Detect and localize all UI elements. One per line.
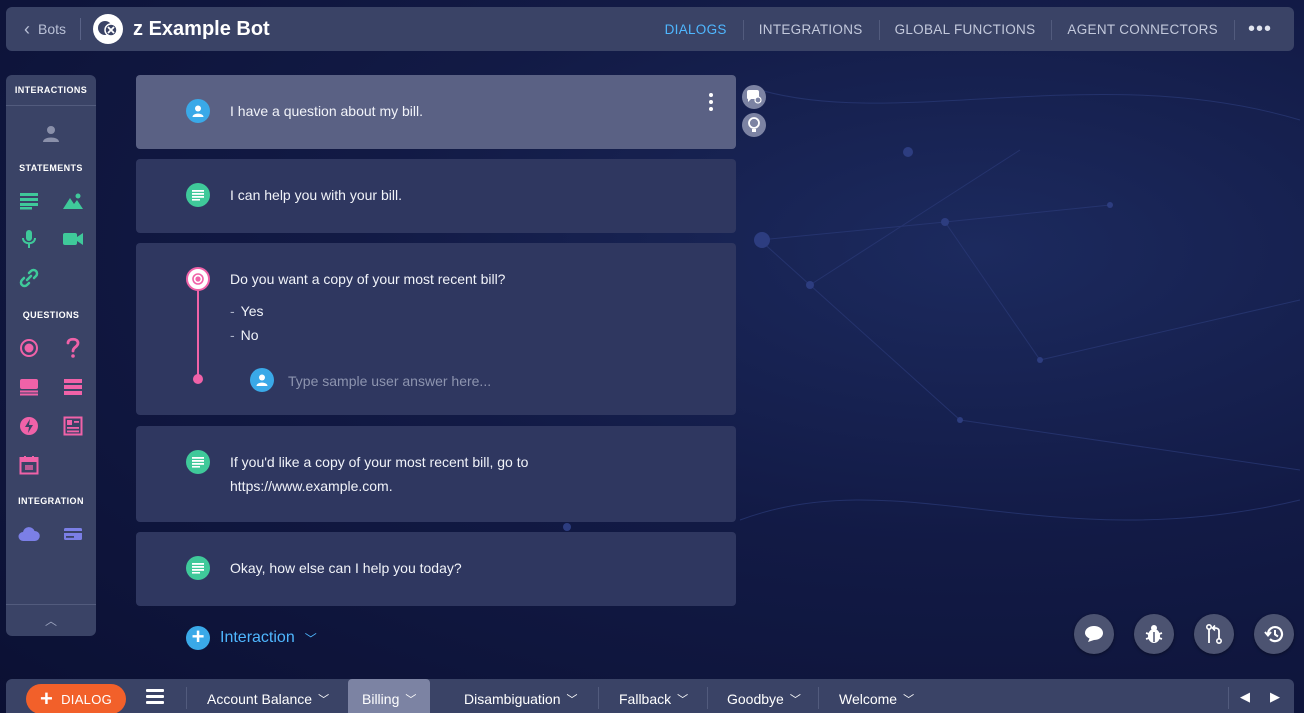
add-interaction-button[interactable]: + Interaction ﹀ — [186, 626, 317, 650]
interaction-card-statement[interactable]: If you'd like a copy of your most recent… — [136, 426, 736, 522]
user-icon — [250, 368, 274, 392]
palette-section-statements: STATEMENTS — [19, 163, 83, 173]
card-integration-icon[interactable] — [61, 522, 85, 546]
dialog-tab-label: Disambiguation — [464, 691, 561, 707]
chevron-down-icon: ﹀ — [304, 631, 317, 646]
question-connector-line — [197, 291, 199, 377]
chevron-down-icon: ﹀ — [566, 694, 578, 706]
interaction-card-statement[interactable]: Okay, how else can I help you today? — [136, 532, 736, 606]
divider — [707, 687, 708, 709]
history-icon[interactable] — [1254, 614, 1294, 654]
chevron-down-icon: ﹀ — [903, 694, 915, 706]
chevron-down-icon: ﹀ — [405, 694, 417, 706]
option-item[interactable]: - No — [230, 327, 259, 343]
dialog-tab-fallback[interactable]: Fallback ﹀ — [605, 679, 702, 713]
add-dialog-button[interactable]: + DIALOG — [26, 684, 126, 713]
link-statement-icon[interactable] — [17, 266, 41, 290]
interaction-card-statement[interactable]: I can help you with your bill. — [136, 159, 736, 233]
top-bar: ‹ Bots z Example Bot DIALOGS INTEGRATION… — [6, 7, 1294, 51]
interaction-text-line2: https://www.example.com. — [230, 478, 393, 494]
nav-agent-connectors[interactable]: AGENT CONNECTORS — [1051, 19, 1234, 40]
palette-section-integration: INTEGRATION — [18, 496, 84, 506]
divider — [818, 687, 819, 709]
bot-name-title: z Example Bot — [133, 17, 270, 40]
chevron-down-icon: ﹀ — [789, 694, 801, 706]
chevron-down-icon: ﹀ — [318, 694, 330, 706]
debug-bug-icon[interactable] — [1134, 614, 1174, 654]
dialog-tab-label: Billing — [362, 691, 400, 707]
text-statement-icon[interactable] — [17, 189, 41, 213]
form-icon[interactable] — [61, 414, 85, 438]
user-icon[interactable] — [39, 122, 63, 146]
sample-user-answer-input[interactable] — [288, 370, 668, 392]
scroll-left-icon[interactable]: ◀ — [1240, 689, 1250, 705]
image-statement-icon[interactable] — [61, 189, 85, 213]
dialog-list-menu-icon[interactable] — [146, 689, 164, 707]
interaction-text-line1: If you'd like a copy of your most recent… — [230, 454, 529, 470]
question-connector-dot — [193, 374, 203, 384]
divider — [186, 687, 187, 709]
user-icon — [186, 99, 210, 123]
question-text: Do you want a copy of your most recent b… — [230, 271, 506, 287]
list-picker-icon[interactable] — [17, 375, 41, 399]
dialog-tab-billing[interactable]: Billing ﹀ — [348, 679, 431, 713]
interaction-text: Okay, how else can I help you today? — [230, 560, 462, 576]
interaction-card-user[interactable]: I have a question about my bill. — [136, 75, 736, 149]
text-statement-icon — [186, 450, 210, 474]
dialog-tab-welcome[interactable]: Welcome ﹀ — [825, 679, 928, 713]
interaction-card-question[interactable]: Do you want a copy of your most recent b… — [136, 243, 736, 415]
interaction-palette: INTERACTIONS STATEMENTS QUESTIONS INTEGR… — [6, 75, 96, 636]
audio-statement-icon[interactable] — [17, 227, 41, 251]
nav-global-functions[interactable]: GLOBAL FUNCTIONS — [878, 19, 1052, 40]
conversation-settings-icon[interactable] — [742, 85, 766, 109]
nav-dialogs[interactable]: DIALOGS — [649, 22, 743, 37]
intent-lightbulb-icon[interactable] — [742, 113, 766, 137]
scroll-right-icon[interactable]: ▶ — [1270, 689, 1280, 705]
structured-list-icon[interactable] — [61, 375, 85, 399]
dialog-tab-disambiguation[interactable]: Disambiguation ﹀ — [450, 679, 592, 713]
plus-icon: + — [186, 626, 210, 650]
dialog-tab-bar: + DIALOG Account Balance ﹀ Billing ﹀ Disam… — [6, 679, 1294, 713]
option-item[interactable]: - Yes — [230, 303, 264, 319]
palette-section-interactions: INTERACTIONS — [14, 85, 88, 95]
question-mark-icon[interactable] — [61, 336, 85, 360]
dialog-tab-label: Welcome — [839, 691, 898, 707]
dialog-tab-label: Fallback — [619, 691, 672, 707]
interaction-text: I have a question about my bill. — [230, 103, 424, 119]
multiple-choice-icon — [186, 267, 210, 291]
back-label: Bots — [38, 21, 67, 37]
divider — [1228, 687, 1229, 709]
divider — [598, 687, 599, 709]
top-navigation: DIALOGS INTEGRATIONS GLOBAL FUNCTIONS AG… — [649, 7, 1294, 51]
kebab-menu-icon[interactable] — [708, 93, 714, 114]
dialog-tab-account-balance[interactable]: Account Balance ﹀ — [193, 679, 343, 713]
add-dialog-label: DIALOG — [61, 691, 113, 707]
interaction-text: I can help you with your bill. — [230, 187, 402, 203]
more-options-icon[interactable]: ••• — [1233, 18, 1294, 41]
chevron-left-icon: ‹ — [24, 19, 30, 39]
bot-logo-icon — [93, 14, 124, 44]
date-picker-icon[interactable] — [17, 453, 41, 477]
dialog-tab-label: Account Balance — [207, 691, 313, 707]
collapse-chevron-up-icon[interactable]: ︿ — [6, 612, 96, 629]
text-statement-icon — [186, 556, 210, 580]
dialog-tab-goodbye[interactable]: Goodbye ﹀ — [713, 679, 815, 713]
add-interaction-label: Interaction — [220, 629, 295, 646]
version-control-icon[interactable] — [1194, 614, 1234, 654]
quick-reply-icon[interactable] — [17, 414, 41, 438]
plus-icon: + — [39, 686, 54, 711]
divider — [6, 105, 96, 106]
chat-preview-icon[interactable] — [1074, 614, 1114, 654]
video-statement-icon[interactable] — [61, 227, 85, 251]
divider — [80, 18, 82, 40]
nav-integrations[interactable]: INTEGRATIONS — [742, 19, 879, 40]
dialog-tab-label: Goodbye — [727, 691, 784, 707]
text-statement-icon — [186, 183, 210, 207]
multiple-choice-icon[interactable] — [17, 336, 41, 360]
back-to-bots-button[interactable]: ‹ Bots — [24, 20, 66, 38]
divider — [6, 604, 96, 605]
chevron-down-icon: ﹀ — [677, 694, 689, 706]
palette-section-questions: QUESTIONS — [22, 310, 80, 320]
cloud-integration-icon[interactable] — [17, 522, 41, 546]
